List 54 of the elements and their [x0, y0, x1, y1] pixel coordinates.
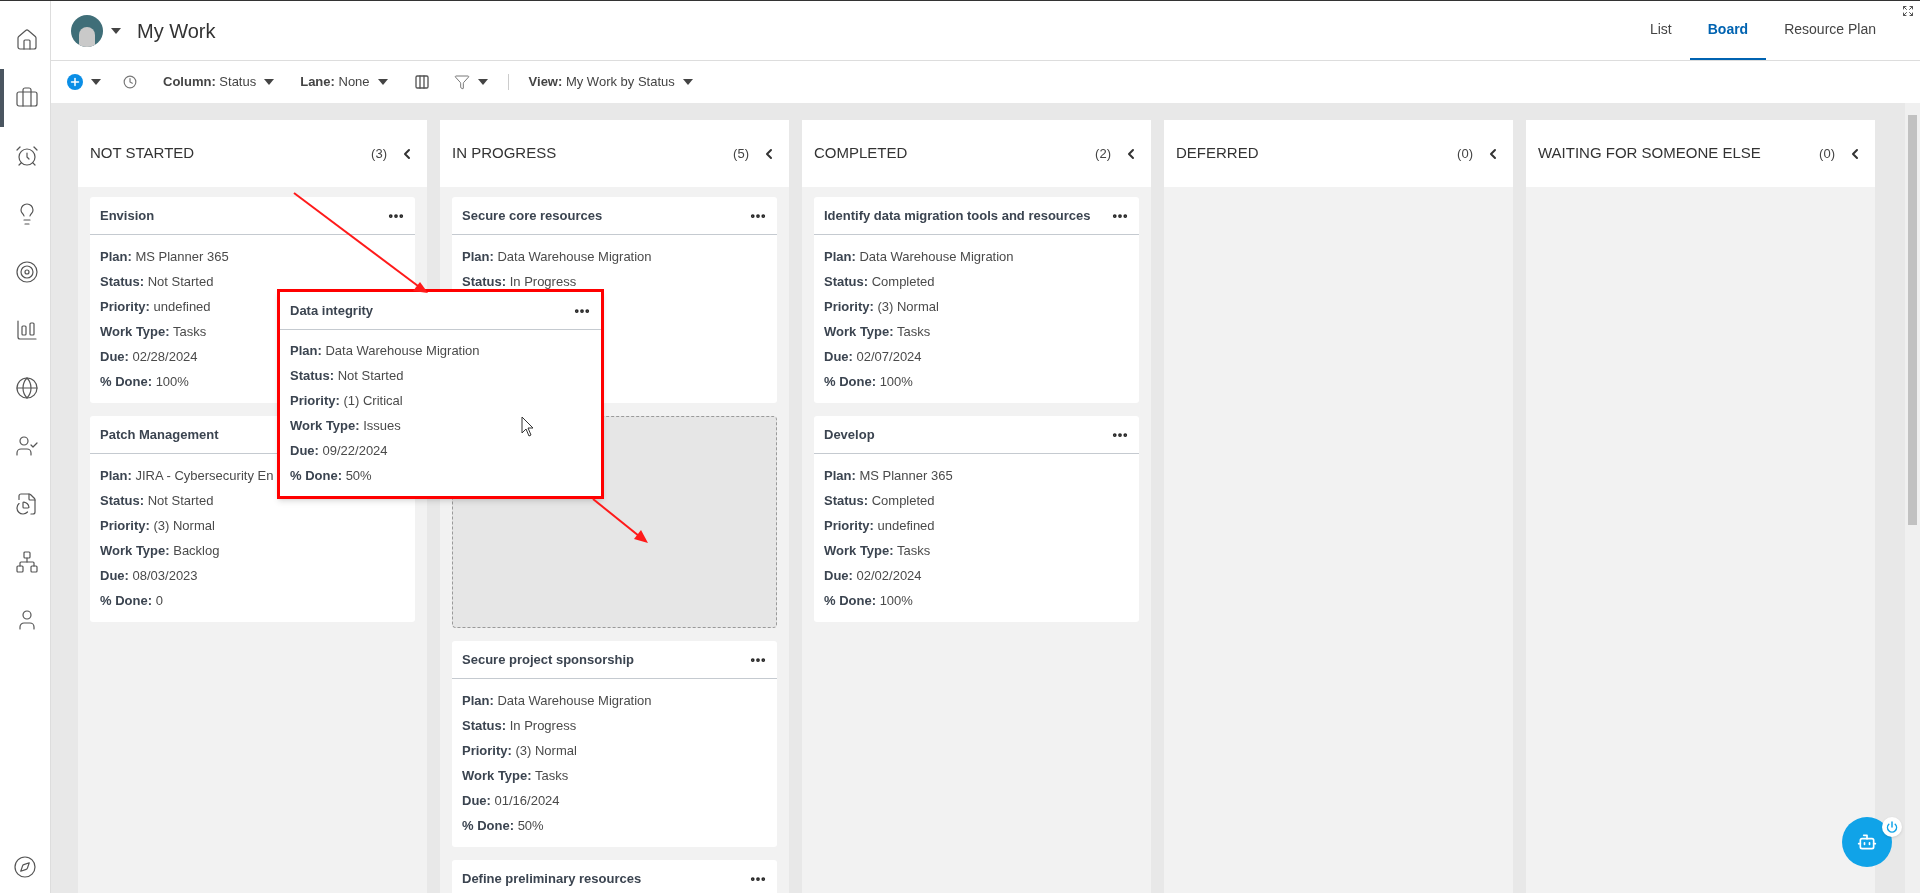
column-count: (0) — [1457, 144, 1473, 163]
column-title: DEFERRED — [1176, 143, 1259, 164]
card-field: Due: 01/16/2024 — [462, 788, 560, 813]
card-field: Status: In Progress — [462, 713, 577, 738]
card-field: Due: 02/02/2024 — [824, 563, 922, 588]
card-field: Plan: MS Planner 365 — [824, 463, 953, 488]
card-title: Develop — [824, 425, 875, 444]
card-field: % Done: 100% — [824, 588, 913, 613]
column-title: COMPLETED — [814, 143, 908, 164]
column-title: WAITING FOR SOMEONE ELSE — [1538, 143, 1761, 164]
card-title: Define preliminary resources — [462, 869, 642, 888]
card-field: Status: Completed — [824, 269, 935, 294]
card-field: Work Type: Issues — [290, 413, 401, 438]
card-field: Plan: JIRA - Cybersecurity En — [100, 463, 274, 488]
column-title: IN PROGRESS — [452, 143, 557, 164]
card-title: Secure core resources — [462, 206, 603, 225]
card-field: Priority: (3) Normal — [462, 738, 577, 763]
card-field: Priority: (3) Normal — [100, 513, 215, 538]
card-field: Plan: Data Warehouse Migration — [824, 244, 1014, 269]
card-field: % Done: 0 — [100, 588, 163, 613]
column-count: (2) — [1095, 144, 1111, 163]
card-field: Due: 08/03/2023 — [100, 563, 198, 588]
card-title: Patch Management — [100, 425, 219, 444]
column-count: (0) — [1819, 144, 1835, 163]
card-title: Secure project sponsorship — [462, 650, 634, 669]
card-field: % Done: 50% — [462, 813, 544, 838]
card-field: Work Type: Tasks — [824, 538, 931, 563]
card-field: Work Type: Tasks — [100, 319, 207, 344]
card-field: Due: 02/28/2024 — [100, 344, 198, 369]
card-field: Plan: Data Warehouse Migration — [462, 688, 652, 713]
card-field: Due: 09/22/2024 — [290, 438, 388, 463]
card-field: Status: Not Started — [100, 488, 214, 513]
card-title: Identify data migration tools and resources — [824, 206, 1091, 225]
column-title: NOT STARTED — [90, 143, 195, 164]
card-field: % Done: 50% — [290, 463, 372, 488]
column-count: (3) — [371, 144, 387, 163]
card-field: Priority: undefined — [100, 294, 211, 319]
card-field: Status: Completed — [824, 488, 935, 513]
card-title: Data integrity — [290, 301, 374, 320]
card-field: % Done: 100% — [100, 369, 189, 394]
card-field: Work Type: Tasks — [824, 319, 931, 344]
card-field: Work Type: Backlog — [100, 538, 220, 563]
card-field: Plan: Data Warehouse Migration — [462, 244, 652, 269]
card-field: Due: 02/07/2024 — [824, 344, 922, 369]
card-field: Plan: MS Planner 365 — [100, 244, 229, 269]
card-field: Status: Not Started — [100, 269, 214, 294]
card-field: Priority: undefined — [824, 513, 935, 538]
card-field: Work Type: Tasks — [462, 763, 569, 788]
card-field: Status: Not Started — [290, 363, 404, 388]
card-title: Envision — [100, 206, 155, 225]
page-title: My Work — [137, 18, 216, 44]
column-count: (5) — [733, 144, 749, 163]
card-field: % Done: 100% — [824, 369, 913, 394]
card-field: Priority: (3) Normal — [824, 294, 939, 319]
